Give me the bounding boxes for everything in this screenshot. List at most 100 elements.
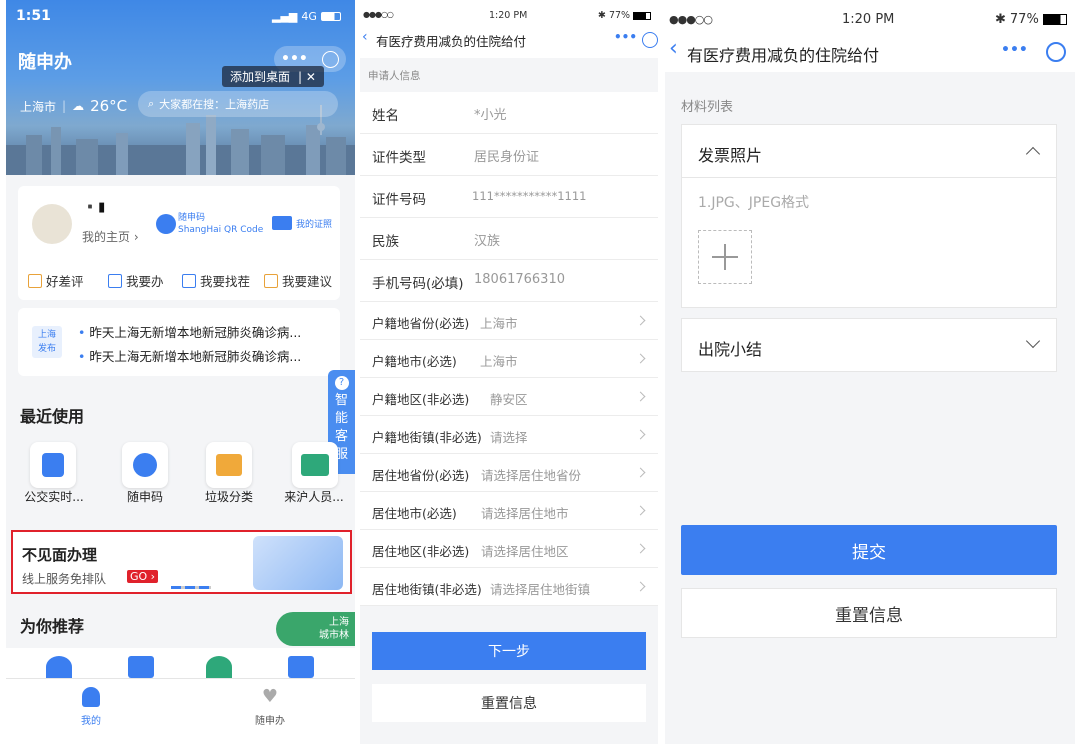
add-to-desktop-tip[interactable]: 添加到桌面 | ✕ [222, 66, 324, 87]
form-row-name[interactable]: 姓名 *小光 [360, 92, 658, 134]
back-icon[interactable]: ‹ [669, 36, 678, 61]
garbage-app[interactable] [206, 442, 252, 488]
battery-icon [633, 11, 652, 20]
banner-title: 不见面办理 [22, 546, 98, 564]
tool-find-fault[interactable]: 我要找茬 [182, 271, 250, 290]
close-icon[interactable] [642, 32, 658, 48]
close-icon[interactable] [1046, 42, 1066, 62]
temperature: 26°C [90, 97, 128, 115]
city-label[interactable]: 上海市 [20, 98, 56, 115]
page-title: 有医疗费用减负的住院给付 [687, 46, 880, 65]
select-row[interactable]: 户籍地街镇(非必选) 请选择 [360, 416, 658, 454]
carrier-signal: ●●●○○ [669, 13, 713, 26]
close-tip-icon[interactable]: | ✕ [298, 70, 316, 84]
battery-status: ✱ 77% [598, 10, 652, 21]
banner-illustration [253, 536, 343, 590]
nav-suishenban[interactable]: ♥ 随申办 [240, 687, 300, 728]
chevron-right-icon [635, 581, 646, 592]
homepage-link[interactable]: 我的主页 › [82, 228, 139, 245]
search-box[interactable]: ⌕ 大家都在搜：上海药店 [138, 91, 338, 117]
form-row-id-type[interactable]: 证件类型 居民身份证 [360, 134, 658, 176]
find-fault-icon [182, 273, 196, 288]
news-item[interactable]: • 昨天上海无新增本地新冠肺炎确诊病... [78, 322, 301, 341]
select-row[interactable]: 户籍地市(必选) 上海市 [360, 340, 658, 378]
status-time: 1:20 PM [842, 12, 895, 27]
form-row-ethnicity[interactable]: 民族 汉族 [360, 218, 658, 260]
avatar[interactable] [32, 204, 72, 244]
recent-item-label: 随申码 [126, 490, 163, 504]
recommend-icon[interactable] [46, 656, 72, 678]
submit-button[interactable]: 提交 [681, 525, 1057, 575]
search-placeholder: 大家都在搜：上海药店 [159, 98, 270, 111]
recommend-icon[interactable] [206, 656, 232, 678]
status-time: 1:51 [16, 8, 51, 24]
page-title: 有医疗费用减负的住院给付 [376, 34, 527, 49]
news-item[interactable]: • 昨天上海无新增本地新冠肺炎确诊病... [78, 346, 301, 365]
id-card-icon [301, 454, 329, 476]
chevron-right-icon [635, 543, 646, 554]
discharge-section-header[interactable]: 出院小结 [681, 318, 1057, 372]
more-icon[interactable]: ••• [614, 30, 637, 44]
qr-code-link[interactable]: 随申码 ShangHai QR Code [178, 212, 263, 236]
applicant-form-panel: ●●●○○ 1:20 PM ✱ 77% ‹ 有医疗费用减负的住院给付 ••• 申请… [360, 0, 658, 744]
qr-app-icon [133, 453, 157, 477]
close-mini-icon[interactable] [321, 50, 339, 68]
back-icon[interactable]: ‹ [362, 29, 368, 45]
search-icon: ⌕ [148, 97, 155, 110]
forest-badge[interactable]: 上海 城市林 [276, 612, 355, 646]
go-button[interactable]: GO › [127, 570, 159, 583]
invoice-section-header[interactable]: 发票照片 [681, 124, 1057, 178]
tool-apply[interactable]: 我要办 [108, 271, 164, 290]
person-icon [82, 687, 100, 707]
select-row[interactable]: 居住地区(非必选) 请选择居住地区 [360, 530, 658, 568]
chevron-right-icon [635, 315, 646, 326]
signal-icon: ▂▄▆ [272, 10, 298, 23]
select-row[interactable]: 户籍地区(非必选) 静安区 [360, 378, 658, 416]
battery-icon [320, 12, 341, 21]
reset-button[interactable]: 重置信息 [681, 588, 1057, 638]
invoice-section-body: 1.JPG、JPEG格式 [681, 178, 1057, 308]
bluetooth-icon: ✱ [598, 10, 606, 21]
news-badge: 上海 发布 [32, 326, 62, 358]
status-time: 1:20 PM [489, 10, 528, 21]
contactless-banner[interactable]: 不见面办理 线上服务免排队 GO › [11, 530, 352, 594]
bottom-nav: 我的 ♥ 随申办 [6, 678, 355, 744]
more-icon[interactable]: ••• [281, 51, 308, 67]
bluetooth-icon: ✱ [995, 12, 1006, 27]
reset-button[interactable]: 重置信息 [372, 684, 646, 722]
battery-status: ✱ 77% [995, 12, 1067, 27]
tool-suggest[interactable]: 我要建议 [264, 271, 332, 290]
add-desktop-label: 添加到桌面 [230, 70, 291, 84]
recommend-icon[interactable] [128, 656, 154, 678]
chevron-right-icon [635, 429, 646, 440]
form-row-id-number[interactable]: 证件号码 111***********1111 [360, 176, 658, 218]
more-icon[interactable]: ••• [1001, 42, 1028, 58]
user-card: ▪️▮ 我的主页 › 随申码 ShangHai QR Code 我的证照 好差评 … [18, 186, 340, 300]
nav-mine[interactable]: 我的 [66, 687, 116, 727]
weather-bar: 上海市 | ☁ 26°C [20, 97, 128, 115]
upload-photo-button[interactable] [698, 230, 752, 284]
tool-review[interactable]: 好差评 [28, 271, 84, 290]
bus-app[interactable] [30, 442, 76, 488]
carrier-signal: ●●●○○ [363, 10, 394, 19]
header-banner [6, 0, 355, 175]
next-button[interactable]: 下一步 [372, 632, 646, 670]
bus-icon [42, 453, 64, 477]
select-row[interactable]: 居住地市(必选) 请选择居住地市 [360, 492, 658, 530]
recent-item-label: 垃圾分类 [204, 490, 253, 504]
select-row[interactable]: 居住地省份(必选) 请选择居住地省份 [360, 454, 658, 492]
recommend-title: 为你推荐 [20, 617, 85, 636]
newcomer-app[interactable] [292, 442, 338, 488]
qr-app[interactable] [122, 442, 168, 488]
recommend-row [6, 648, 355, 678]
certificate-link[interactable]: 我的证照 [296, 217, 332, 230]
recent-item-label: 公交实时... [24, 490, 84, 504]
recommend-icon[interactable] [288, 656, 314, 678]
suggest-icon [264, 273, 278, 288]
select-row[interactable]: 居住地街镇(非必选) 请选择居住地街镇 [360, 568, 658, 606]
chevron-right-icon [635, 353, 646, 364]
chevron-right-icon [635, 505, 646, 516]
form-row-phone[interactable]: 手机号码(必填) 18061766310 [360, 260, 658, 302]
news-card[interactable]: 上海 发布 • 昨天上海无新增本地新冠肺炎确诊病... • 昨天上海无新增本地新冠… [18, 308, 340, 376]
select-row[interactable]: 户籍地省份(必选) 上海市 [360, 302, 658, 340]
